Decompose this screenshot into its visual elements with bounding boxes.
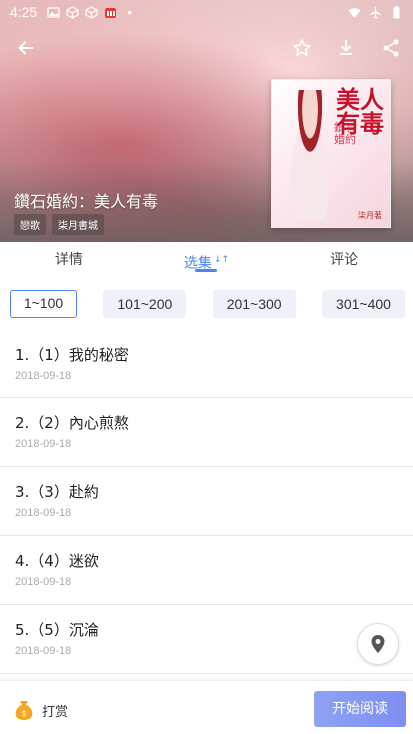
chapter-date: 2018-09-18 (15, 576, 72, 588)
tab-label: 评论 (330, 252, 359, 268)
share-icon (383, 39, 399, 57)
star-icon (293, 39, 311, 56)
chapter-item[interactable]: 2.（2）內心煎熬 2018-09-18 (0, 398, 413, 467)
book-tag[interactable]: 戀歌 (14, 214, 46, 235)
chapter-item[interactable]: 4.（4）迷欲 2018-09-18 (0, 536, 413, 605)
status-bar: 4:25 (0, 0, 413, 24)
start-reading-button[interactable]: 开始阅读 (314, 691, 406, 727)
svg-text:$: $ (21, 709, 26, 718)
range-button[interactable]: 301~400 (321, 290, 405, 318)
status-time: 4:25 (10, 4, 38, 20)
locate-current-chapter-button[interactable] (357, 623, 399, 665)
arrow-left-icon (18, 41, 33, 55)
battery-icon (393, 5, 400, 18)
favorite-button[interactable] (288, 34, 316, 62)
cover-title: 美人有毒 (336, 85, 384, 138)
chapter-list: 1.（1）我的秘密 2018-09-18 2.（2）內心煎熬 2018-09-1… (0, 330, 413, 674)
tab-label: 详情 (54, 252, 83, 268)
chapter-item[interactable]: 5.（5）沉淪 2018-09-18 (0, 605, 413, 674)
chapter-title: 1.（1）我的秘密 (15, 346, 129, 364)
dot-icon (127, 10, 132, 14)
chapter-date: 2018-09-18 (15, 645, 72, 657)
book-cover: 鑽石婚約 美人有毒 柒月著 (271, 79, 391, 228)
active-tab-indicator (195, 269, 218, 272)
tab-chapters[interactable]: 选集 ↓↑ (151, 242, 261, 278)
chapter-title: 3.（3）赴約 (15, 483, 99, 501)
app-notification-icon (105, 7, 117, 18)
tab-details[interactable]: 详情 (14, 242, 124, 278)
money-bag-icon: $ (15, 701, 33, 720)
cover-author: 柒月著 (358, 211, 382, 220)
chapter-date: 2018-09-18 (15, 370, 72, 382)
share-button[interactable] (377, 34, 405, 62)
tip-button[interactable]: $ 打赏 (14, 699, 68, 721)
range-button[interactable]: 1~100 (10, 290, 77, 318)
bottom-bar: $ 打赏 开始阅读 (0, 680, 413, 734)
range-button[interactable]: 201~300 (212, 290, 296, 318)
book-tag[interactable]: 柒月書城 (52, 214, 104, 235)
chapter-item[interactable]: 3.（3）赴約 2018-09-18 (0, 467, 413, 536)
tab-comments[interactable]: 评论 (289, 242, 399, 278)
chapter-date: 2018-09-18 (15, 507, 72, 519)
book-header: 4:25 鑽石婚約：美人有毒 戀歌 柒月書城 鑽石婚約 美人有毒 柒月著 (0, 0, 413, 242)
sort-icon[interactable]: ↓↑ (214, 255, 229, 265)
tab-bar: 详情 选集 ↓↑ 评论 (0, 242, 413, 278)
location-pin-icon (371, 635, 385, 653)
chapter-date: 2018-09-18 (15, 438, 72, 450)
chapter-item[interactable]: 1.（1）我的秘密 2018-09-18 (0, 330, 413, 398)
back-button[interactable] (12, 34, 40, 62)
chapter-title: 4.（4）迷欲 (15, 552, 99, 570)
chapter-range-selector: 1~100 101~200 201~300 301~400 (10, 290, 405, 318)
range-button[interactable]: 101~200 (103, 290, 187, 318)
airplane-mode-icon (370, 6, 381, 18)
cube-notification-icon (66, 5, 79, 19)
chapter-title: 5.（5）沉淪 (15, 621, 99, 639)
download-icon (340, 40, 352, 55)
cube-notification-icon-2 (85, 5, 98, 19)
download-button[interactable] (332, 34, 360, 62)
book-title: 鑽石婚約：美人有毒 (14, 192, 159, 211)
wifi-icon (348, 7, 361, 18)
chapter-title: 2.（2）內心煎熬 (15, 414, 129, 432)
book-tags: 戀歌 柒月書城 (14, 214, 104, 235)
tip-label: 打赏 (42, 704, 69, 720)
gallery-notification-icon (47, 6, 60, 18)
